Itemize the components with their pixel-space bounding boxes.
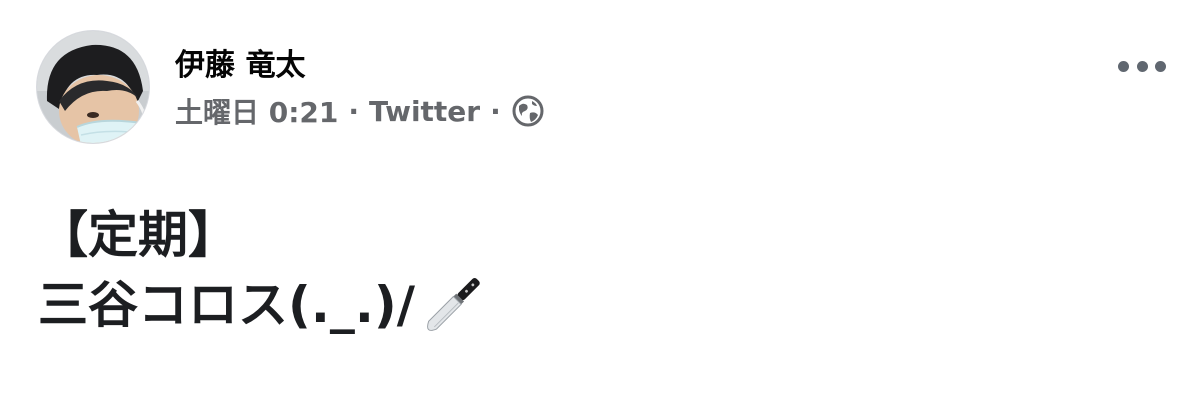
avatar-photo — [37, 31, 149, 143]
meta-separator: · — [348, 94, 360, 128]
post-source: Twitter — [369, 94, 481, 128]
post-timestamp[interactable]: 土曜日 0:21 — [175, 91, 338, 131]
more-options-icon — [1118, 60, 1129, 72]
post-card: 伊藤 竜太 土曜日 0:21 · Twitter · 【定期】 三谷コロス(._… — [0, 0, 1200, 403]
more-options-icon — [1155, 60, 1166, 72]
author-avatar[interactable] — [36, 30, 150, 144]
post-meta: 土曜日 0:21 · Twitter · — [175, 93, 545, 129]
more-options-icon — [1136, 60, 1148, 72]
author-name[interactable]: 伊藤 竜太 — [175, 40, 305, 84]
knife-icon — [417, 273, 487, 337]
post-body-line: 【定期】 — [38, 206, 238, 264]
meta-separator: · — [490, 94, 501, 128]
post-body: 【定期】 三谷コロス(._.)/ — [38, 200, 487, 340]
post-body-line: 三谷コロス(._.)/ — [38, 270, 487, 340]
more-options-button[interactable] — [1118, 52, 1166, 80]
post-body-text: 三谷コロス(._.)/ — [38, 276, 415, 334]
globe-icon[interactable] — [511, 94, 545, 128]
